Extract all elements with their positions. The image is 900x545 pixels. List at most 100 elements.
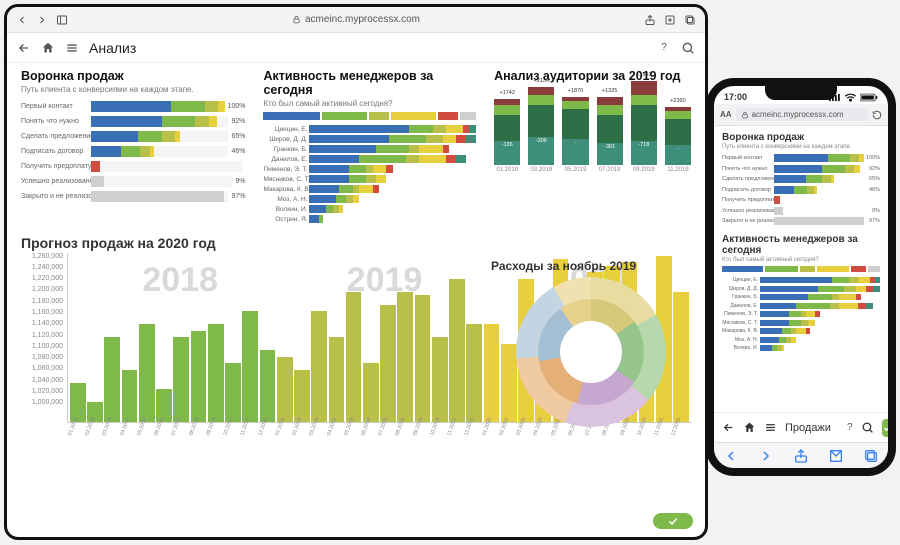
phone-home-icon[interactable] — [743, 421, 756, 435]
phone-activity-row: Цинцин, Е. — [722, 276, 880, 284]
sidebar-icon[interactable] — [55, 13, 69, 27]
help-icon[interactable]: ? — [657, 41, 671, 55]
phone-nav-forward-icon[interactable] — [758, 448, 774, 464]
phone-tabs-icon[interactable] — [863, 448, 879, 464]
forecast-x-tick: 05.2019 — [343, 417, 364, 440]
audience-title: Анализ аудитории за 2019 год — [494, 69, 691, 83]
activity-card: Активность менеджеров за сегодня Кто был… — [263, 69, 476, 225]
menu-icon[interactable] — [65, 41, 79, 55]
phone-time: 17:00 — [724, 92, 747, 102]
activity-title: Активность менеджеров за сегодня — [263, 69, 476, 97]
activity-row: Широв, Д. Д. — [263, 135, 476, 145]
address-bar[interactable]: acmeinc.myprocessx.com — [155, 14, 557, 25]
forecast-bar — [260, 350, 276, 422]
audience-xlabel: 03.2019 — [528, 167, 554, 173]
funnel-row-label: Успешно реализовано — [21, 178, 91, 185]
phone-activity-row: Мясников, С. Т. — [722, 319, 880, 327]
activity-row-label: Моз, А. Н. — [263, 196, 309, 203]
forecast-y-tick: 1,120,000 — [21, 332, 67, 339]
phone-confirm-button[interactable] — [882, 419, 893, 437]
forecast-x-tick: 09.2018 — [205, 417, 226, 440]
activity-legend — [263, 112, 476, 120]
forecast-y-tick: 1,140,000 — [21, 320, 67, 327]
forecast-bar — [208, 324, 224, 422]
forecast-bar — [242, 311, 258, 422]
phone-bookmarks-icon[interactable] — [828, 448, 844, 464]
phone-address-bar[interactable]: acmeinc.myprocessx.com — [736, 108, 868, 121]
phone-menu-icon[interactable] — [764, 421, 777, 435]
forecast-x-tick: 05.2018 — [136, 417, 157, 440]
phone-funnel-title: Воронка продаж — [722, 132, 880, 143]
funnel-title: Воронка продаж — [21, 69, 245, 83]
phone-page-title: Продажи — [785, 422, 831, 434]
funnel-row-label: Подписать договор — [21, 148, 91, 155]
phone-activity-row: Гранкин, Б. — [722, 293, 880, 301]
phone-funnel-row: Понять что нужно 92% — [722, 164, 880, 174]
funnel-subtitle: Путь клиента с конверсиями на каждом эта… — [21, 85, 245, 94]
forecast-bar — [329, 337, 345, 422]
forecast-bar — [191, 331, 207, 422]
audience-xlabel: 11.2019 — [665, 167, 691, 173]
dashboard-content: Воронка продаж Путь клиента с конверсиям… — [7, 63, 705, 537]
back-arrow-icon[interactable] — [17, 41, 31, 55]
phone-font-badge[interactable]: AA — [720, 110, 732, 119]
phone-funnel-row: Подписать договор 46% — [722, 185, 880, 195]
funnel-row-value: 97% — [231, 193, 245, 200]
tabs-icon[interactable] — [683, 13, 697, 27]
forecast-x-tick: 09.2019 — [412, 417, 433, 440]
funnel-card: Воронка продаж Путь клиента с конверсиям… — [21, 69, 245, 225]
expenses-sunburst — [516, 277, 666, 427]
activity-row-label: Гранкин, Б. — [263, 146, 309, 153]
audience-card: Анализ аудитории за 2019 год -136+1742 -… — [494, 69, 691, 225]
funnel-row-label: Закрыто и не реализовано — [21, 193, 91, 200]
page-title: Анализ — [89, 40, 136, 56]
forward-icon[interactable] — [35, 13, 49, 27]
search-icon[interactable] — [681, 41, 695, 55]
funnel-row-label: Понять что нужно — [21, 118, 91, 125]
audience-xlabel: 07.2019 — [597, 167, 623, 173]
new-tab-icon[interactable] — [663, 13, 677, 27]
forecast-bar — [173, 337, 189, 422]
audience-column: -+2360 — [665, 107, 691, 165]
phone-address-text: acmeinc.myprocessx.com — [752, 110, 844, 119]
forecast-bar — [432, 337, 448, 422]
activity-row: Пименов, Э. Т. — [263, 165, 476, 175]
forecast-x-tick: 12.2018 — [257, 417, 278, 440]
audience-column: -136+1742 — [494, 99, 520, 165]
phone-notch — [765, 86, 837, 100]
phone-app-toolbar: Продажи ? — [714, 412, 888, 442]
wifi-icon — [844, 93, 857, 102]
phone-activity-row: Широв, Д. Д. — [722, 285, 880, 293]
funnel-row: Получить предоплату — [21, 159, 245, 173]
activity-row: Мясников, С. Т. — [263, 175, 476, 185]
forecast-y-tick: 1,180,000 — [21, 298, 67, 305]
audience-column: -301+1325 — [597, 97, 623, 165]
activity-row-label: Острин, Я. — [263, 216, 309, 223]
activity-row: Гранкин, Б. — [263, 145, 476, 155]
activity-row: Цинцин, Е. — [263, 125, 476, 135]
forecast-x-tick: 03.2019 — [309, 417, 330, 440]
forecast-y-tick: 1,080,000 — [21, 354, 67, 361]
audience-xlabel: 05.2019 — [562, 167, 588, 173]
phone-reload-icon[interactable] — [872, 110, 882, 120]
phone-activity-title: Активность менеджеров за сегодня — [722, 234, 880, 256]
forecast-y-tick: 1,060,000 — [21, 365, 67, 372]
phone-back-icon[interactable] — [722, 421, 735, 435]
back-icon[interactable] — [15, 13, 29, 27]
phone-help-icon[interactable]: ? — [847, 421, 853, 435]
phone-nav-back-icon[interactable] — [723, 448, 739, 464]
lock-icon — [741, 111, 749, 119]
forecast-bar — [225, 363, 241, 421]
share-icon[interactable] — [643, 13, 657, 27]
audience-xlabel: 01.2019 — [494, 167, 520, 173]
phone-funnel-row: Успешно реализовано 9% — [722, 206, 880, 216]
phone-activity-row: Данилов, Е. — [722, 302, 880, 310]
phone-search-icon[interactable] — [861, 421, 874, 435]
phone-share-icon[interactable] — [793, 448, 809, 464]
confirm-button[interactable] — [653, 513, 693, 529]
home-icon[interactable] — [41, 41, 55, 55]
activity-row-label: Пименов, Э. Т. — [263, 166, 309, 173]
funnel-row-value: 65% — [231, 133, 245, 140]
forecast-bar — [311, 311, 327, 422]
audience-column: -306+2134 — [528, 87, 554, 165]
